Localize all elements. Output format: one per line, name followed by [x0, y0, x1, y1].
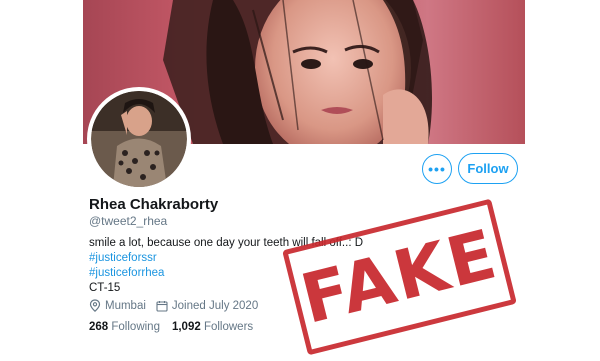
joined-item: Joined July 2020: [156, 300, 258, 312]
page-margin-right: [525, 0, 600, 144]
stamp-text: FAKE: [293, 214, 506, 340]
followers-count: 1,092: [171, 321, 201, 333]
follow-button-label: Follow: [467, 161, 509, 176]
followers-link[interactable]: 1,092 Followers: [172, 321, 253, 333]
following-link[interactable]: 268 Following: [89, 321, 160, 333]
more-options-icon: •••: [428, 161, 446, 177]
location-item: Mumbai: [89, 299, 146, 312]
profile-page: ••• Follow Rhea Chakraborty @tweet2_rhea…: [0, 0, 600, 361]
profile-avatar[interactable]: [87, 87, 191, 191]
follow-button[interactable]: Follow: [458, 153, 518, 184]
more-options-button[interactable]: •••: [422, 154, 452, 184]
page-margin-left: [0, 0, 83, 144]
joined-text: Joined July 2020: [171, 299, 259, 312]
following-label: Following: [111, 321, 160, 333]
profile-handle: @tweet2_rhea: [89, 214, 168, 228]
followers-label: Followers: [203, 321, 254, 333]
calendar-icon: [156, 300, 168, 312]
fake-stamp: FAKE: [282, 198, 517, 356]
profile-meta: Mumbai Joined July 2020: [89, 299, 268, 312]
following-count: 268: [89, 321, 109, 333]
follow-counts: 268 Following 1,092 Followers: [89, 321, 253, 333]
avatar-photo: [91, 91, 187, 187]
location-text: Mumbai: [105, 299, 146, 312]
profile-name: Rhea Chakraborty: [89, 196, 219, 213]
location-pin-icon: [89, 299, 101, 312]
